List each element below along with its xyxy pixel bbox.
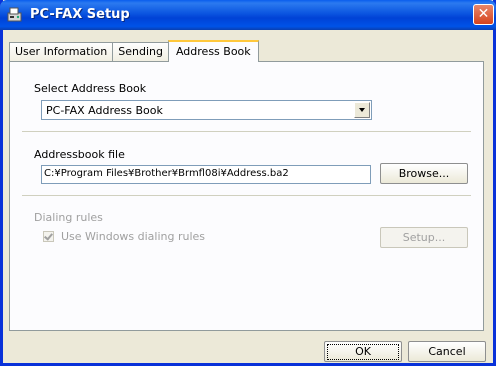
use-windows-dialing-rules-label: Use Windows dialing rules [61, 230, 206, 243]
tab-address-book[interactable]: Address Book [167, 40, 259, 62]
address-book-select[interactable]: PC-FAX Address Book [41, 100, 372, 120]
address-book-select-value: PC-FAX Address Book [46, 104, 163, 117]
tab-user-information[interactable]: User Information [9, 42, 114, 61]
browse-button[interactable]: Browse... [380, 163, 468, 184]
fax-icon [7, 7, 22, 22]
chevron-down-icon[interactable] [354, 102, 370, 118]
select-address-book-label: Select Address Book [34, 82, 147, 95]
use-windows-dialing-rules-checkbox[interactable] [43, 231, 54, 242]
addressbook-file-path: C:¥Program Files¥Brother¥Brmfl08i¥Addres… [44, 168, 289, 179]
setup-button[interactable]: Setup... [380, 227, 468, 248]
window-title: PC-FAX Setup [30, 7, 130, 22]
close-button[interactable]: ✕ [473, 4, 494, 25]
addressbook-file-input[interactable]: C:¥Program Files¥Brother¥Brmfl08i¥Addres… [41, 165, 371, 184]
separator [22, 195, 471, 196]
ok-button[interactable]: OK [324, 341, 402, 362]
cancel-button[interactable]: Cancel [408, 341, 486, 362]
separator [22, 131, 471, 132]
title-bar[interactable]: PC-FAX Setup ✕ [0, 0, 496, 30]
dialing-rules-label: Dialing rules [34, 211, 103, 224]
addressbook-file-label: Addressbook file [34, 148, 125, 161]
tab-strip: User Information Sending Address Book [9, 39, 259, 62]
close-icon: ✕ [477, 6, 490, 22]
tab-sending[interactable]: Sending [112, 42, 169, 61]
